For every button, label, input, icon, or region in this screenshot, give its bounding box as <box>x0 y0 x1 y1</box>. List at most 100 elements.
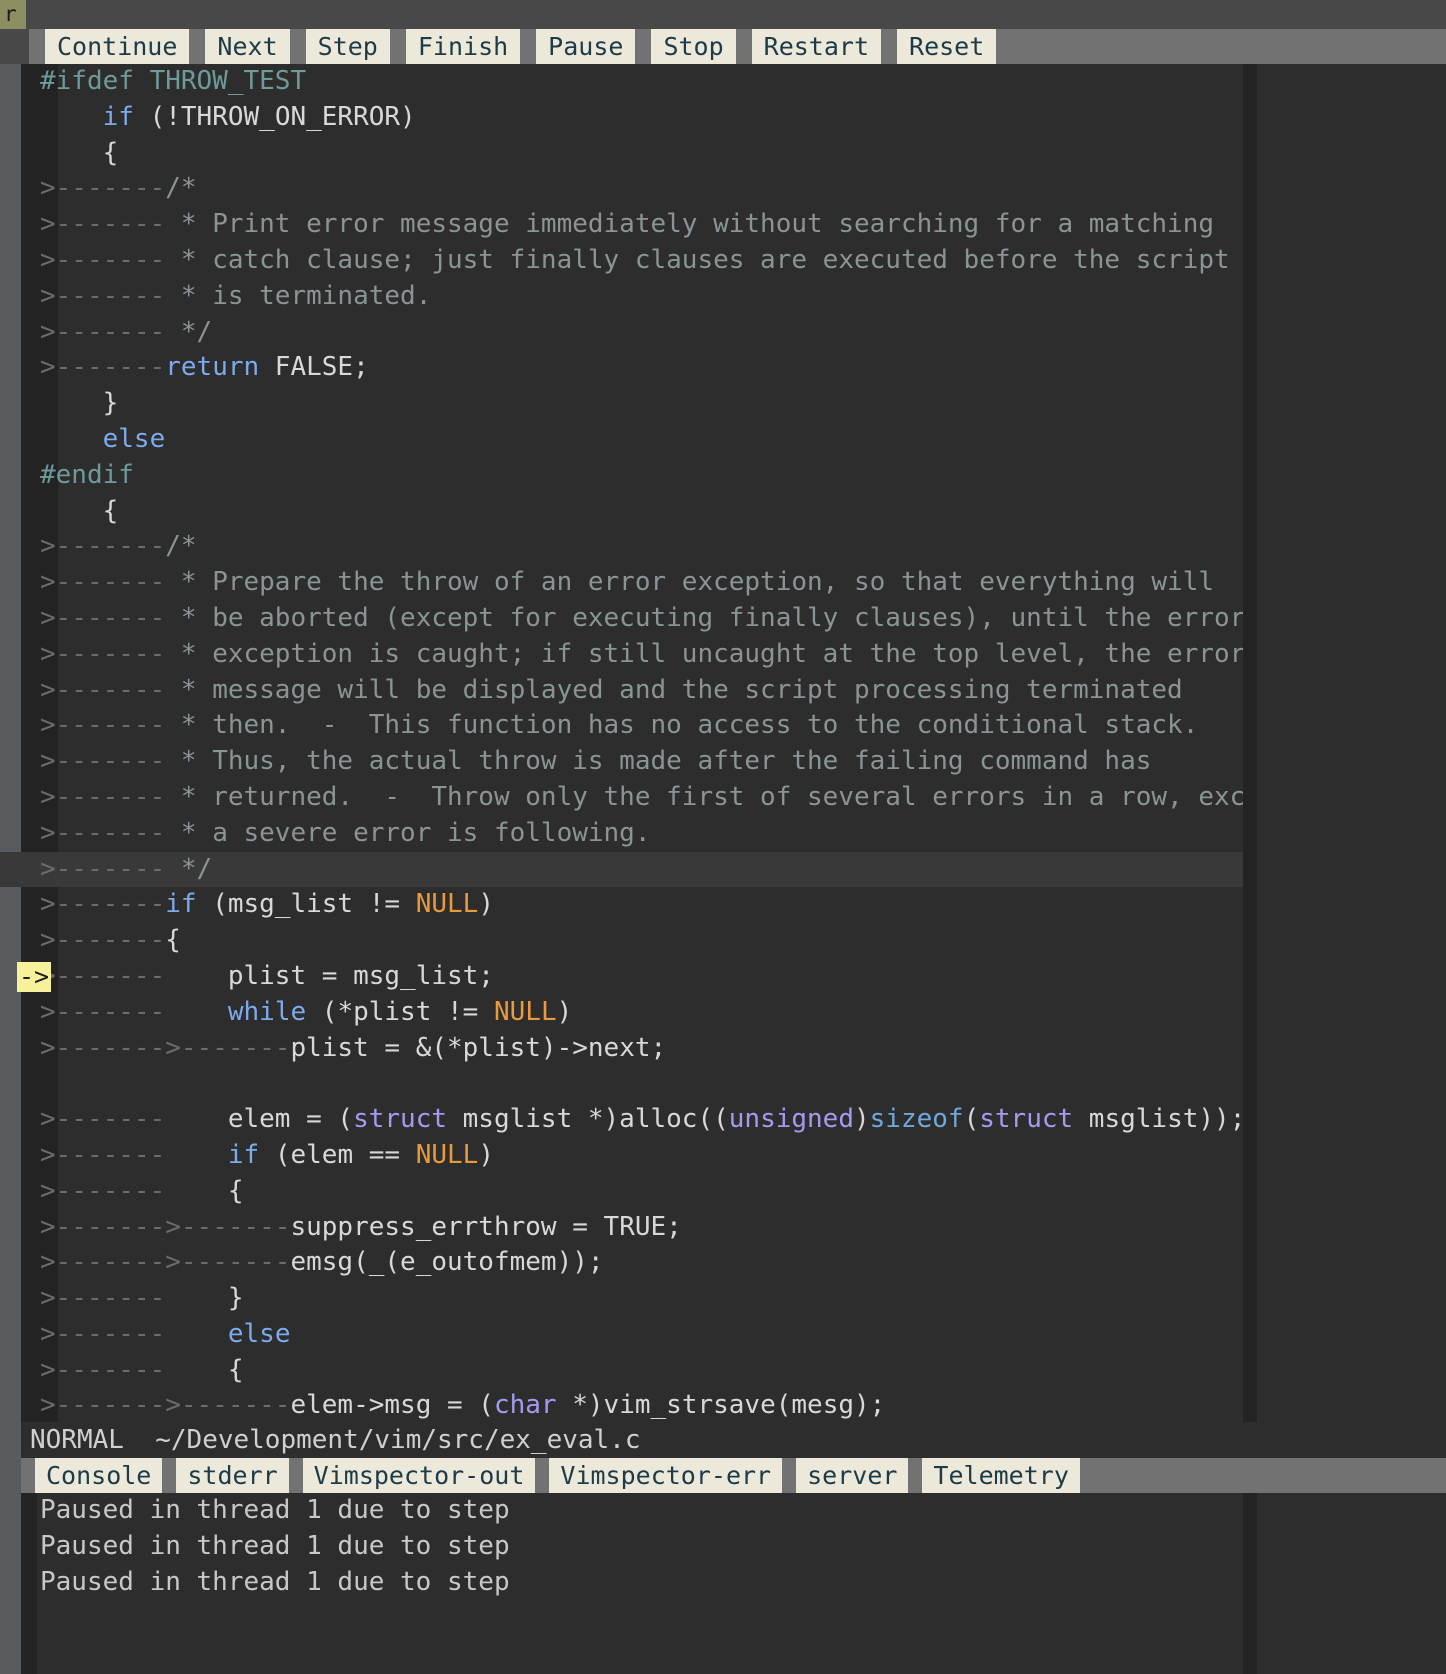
console-right-pane <box>1257 1493 1446 1674</box>
btabline-gap <box>162 1458 176 1493</box>
tab-indicator: >------- <box>40 244 166 275</box>
code-line: >-------return FALSE; <box>0 350 1446 386</box>
code-token: msglist)); <box>1073 1104 1246 1135</box>
right-side-pane[interactable] <box>1257 64 1446 1422</box>
tab-indicator: >------- <box>40 1175 166 1206</box>
code-line: >------- while (*plist != NULL) <box>0 995 1446 1031</box>
vim-debugger-window: r Continue Next Step Finish Pause Stop R… <box>0 0 1446 1674</box>
code-token: (elem == <box>259 1139 416 1170</box>
restart-button[interactable]: Restart <box>751 29 882 64</box>
code-line-text: >------- * Thus, the actual throw is mad… <box>40 744 1151 780</box>
console-line: Paused in thread 1 due to step <box>40 1495 510 1525</box>
code-line: >------- * Prepare the throw of an error… <box>0 565 1446 601</box>
code-token: if <box>102 101 134 132</box>
code-token: * exception is caught; if still uncaught… <box>165 638 1246 669</box>
console-output-pane[interactable]: Paused in thread 1 due to step Paused in … <box>0 1493 1446 1674</box>
tabline-tab-active[interactable]: r <box>0 0 26 29</box>
code-line: else <box>0 422 1446 458</box>
code-token: } <box>40 388 119 419</box>
code-token: ) <box>478 889 494 920</box>
continue-button[interactable]: Continue <box>45 29 190 64</box>
console-line: Paused in thread 1 due to step <box>40 1530 510 1561</box>
code-line: >------- * Thus, the actual throw is mad… <box>0 744 1446 780</box>
reset-button[interactable]: Reset <box>897 29 997 64</box>
tab-indicator: >------- <box>165 1211 291 1242</box>
next-button[interactable]: Next <box>205 29 290 64</box>
code-line: if (!THROW_ON_ERROR) <box>0 100 1446 136</box>
tab-indicator: >------- <box>40 1104 166 1135</box>
winbar-gap <box>29 29 45 64</box>
winbar-tail <box>996 29 1446 64</box>
status-mode: NORMAL <box>30 1425 124 1455</box>
code-token: /* <box>165 531 197 562</box>
tab-indicator: >------- <box>40 531 166 562</box>
code-line: >------- { <box>0 1353 1446 1389</box>
code-token: plist = &(*plist)->next; <box>290 1032 667 1063</box>
code-token: NULL <box>415 889 479 920</box>
code-token: (!THROW_ON_ERROR) <box>133 101 416 132</box>
code-token: suppress_errthrow = TRUE; <box>290 1211 682 1242</box>
code-line-text: >-------{ <box>40 923 181 959</box>
console-line-list: Paused in thread 1 due to step Paused in … <box>40 1493 510 1600</box>
code-line-text: else <box>40 422 166 458</box>
code-token: if <box>165 889 197 920</box>
tab-indicator: >------- <box>40 1139 166 1170</box>
code-token: * a severe error is following. <box>165 817 651 848</box>
code-line: >------- } <box>0 1281 1446 1317</box>
code-token: return <box>165 352 260 383</box>
code-line: >------- plist = msg_list; -> <box>0 959 1446 995</box>
tab-telemetry[interactable]: Telemetry <box>922 1458 1080 1493</box>
winbar-gap <box>390 29 406 64</box>
tab-server[interactable]: server <box>796 1458 909 1493</box>
pause-button[interactable]: Pause <box>536 29 636 64</box>
code-line: { <box>0 494 1446 530</box>
tab-indicator: >------- <box>40 316 166 347</box>
tab-indicator: >------- <box>40 746 166 777</box>
tab-vimspector-err[interactable]: Vimspector-err <box>549 1458 783 1493</box>
code-line-text: #endif <box>40 458 134 494</box>
code-token: * then. - This function has no access to… <box>165 710 1199 741</box>
tab-vimspector-out[interactable]: Vimspector-out <box>302 1458 536 1493</box>
winbar-gap <box>881 29 897 64</box>
code-line: >------->-------suppress_errthrow = TRUE… <box>0 1210 1446 1246</box>
code-token: * be aborted (except for executing final… <box>165 602 1246 633</box>
tab-indicator: >------- <box>40 710 166 741</box>
code-line: >------- * then. - This function has no … <box>0 708 1446 744</box>
winbar-gap <box>635 29 651 64</box>
code-line: >------- * exception is caught; if still… <box>0 637 1446 673</box>
tab-indicator: >------- <box>40 1318 166 1349</box>
code-token: #endif <box>40 459 134 490</box>
tab-indicator: >------- <box>165 1247 291 1278</box>
tab-indicator: >------- <box>40 1211 166 1242</box>
finish-button[interactable]: Finish <box>405 29 521 64</box>
btabline-gap <box>908 1458 922 1493</box>
code-line-text: >------- elem = (struct msglist *)alloc(… <box>40 1102 1245 1138</box>
code-token: * catch clause; just finally clauses are… <box>165 244 1230 275</box>
code-token: /* <box>165 173 197 204</box>
code-line: >------- */ <box>0 315 1446 351</box>
console-vertical-divider <box>1243 1493 1257 1674</box>
output-tabline: Console stderr Vimspector-out Vimspector… <box>0 1458 1446 1493</box>
winbar-gap <box>290 29 306 64</box>
code-token: { <box>40 495 119 526</box>
tab-console[interactable]: Console <box>35 1458 163 1493</box>
code-line-text: >------- * then. - This function has no … <box>40 708 1198 744</box>
code-line-text: >------->-------emsg(_(e_outofmem)); <box>40 1245 604 1281</box>
code-line-text: >------- plist = msg_list; <box>40 959 494 995</box>
console-gutter <box>0 1493 21 1674</box>
statusline-gutter <box>0 1422 21 1458</box>
code-line: >------- * returned. - Throw only the fi… <box>0 780 1446 816</box>
code-line: >------->-------emsg(_(e_outofmem)); <box>0 1245 1446 1281</box>
source-code-pane[interactable]: #ifdef THROW_TEST if (!THROW_ON_ERROR) {… <box>0 64 1446 1422</box>
tab-indicator: >------- <box>40 352 166 383</box>
step-button[interactable]: Step <box>305 29 390 64</box>
stop-button[interactable]: Stop <box>651 29 736 64</box>
code-line: >------- * Print error message immediate… <box>0 207 1446 243</box>
code-token: else <box>227 1318 291 1349</box>
code-token: { <box>40 137 119 168</box>
code-line: #ifdef THROW_TEST <box>0 64 1446 100</box>
tab-stderr[interactable]: stderr <box>176 1458 289 1493</box>
code-token: char <box>493 1390 557 1421</box>
